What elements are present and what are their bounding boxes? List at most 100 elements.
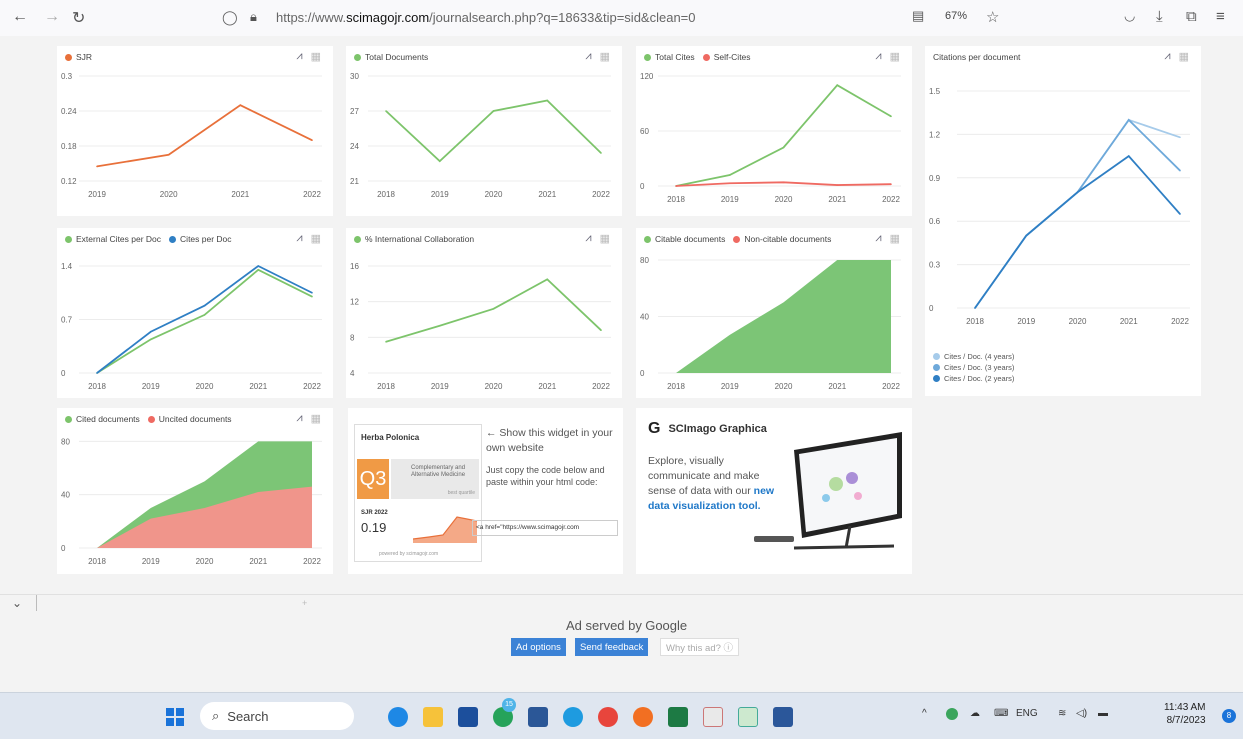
word-app-icon[interactable] — [528, 707, 548, 727]
line-chart-icon[interactable]: ⩘ — [296, 232, 302, 245]
spreadsheet-icon[interactable] — [738, 707, 758, 727]
store-icon[interactable] — [458, 707, 478, 727]
x-tick-label: 2022 — [882, 195, 900, 204]
search-icon: ⌕ — [212, 708, 220, 723]
legend-label: Citable documents — [655, 234, 726, 244]
line-chart-icon[interactable]: ⩘ — [296, 50, 302, 63]
menu-icon[interactable]: ≡ — [1216, 8, 1225, 25]
y-tick-label: 0.9 — [929, 174, 941, 183]
x-tick-label: 2022 — [592, 190, 610, 199]
notification-center-icon[interactable]: 8 — [1222, 709, 1236, 723]
word-icon[interactable] — [773, 707, 793, 727]
forward-icon[interactable]: → — [44, 8, 60, 26]
line-chart-icon[interactable]: ⩘ — [875, 232, 881, 245]
language-indicator[interactable]: ENG — [1016, 708, 1038, 719]
line-chart-icon[interactable]: ⩘ — [585, 232, 591, 245]
table-icon[interactable]: ▦ — [311, 232, 321, 245]
widget-powered-by: powered by scimagojr.com — [379, 551, 439, 557]
clock-date: 8/7/2023 — [1166, 715, 1206, 726]
y-tick-label: 27 — [350, 107, 359, 116]
reader-view-icon[interactable]: ▤ — [912, 8, 924, 24]
line-chart-icon[interactable]: ⩘ — [585, 50, 591, 63]
cloud-icon[interactable]: ☁ — [970, 708, 980, 719]
y-tick-label: 12 — [350, 298, 359, 307]
chevron-up-icon[interactable]: ^ — [922, 708, 927, 719]
extensions-icon[interactable]: ⧉ — [1186, 8, 1197, 25]
y-tick-label: 0.7 — [61, 316, 73, 325]
x-tick-label: 2022 — [303, 557, 321, 566]
x-tick-label: 2021 — [828, 382, 846, 391]
volume-icon[interactable]: ◁) — [1076, 708, 1087, 719]
embed-code-field[interactable]: <a href="https://www.scimagojr.com — [472, 520, 618, 536]
y-tick-label: 0 — [929, 304, 934, 313]
data-point — [1179, 169, 1181, 172]
graphica-promo[interactable]: G SCImago Graphica Explore, visually com… — [636, 408, 912, 574]
ad-options-button[interactable]: Ad options — [511, 638, 566, 656]
chevron-down-icon[interactable]: ⌄ — [12, 596, 22, 610]
data-point — [149, 338, 152, 341]
y-tick-label: 30 — [350, 72, 359, 81]
chart-plot: 0.12 0.18 0.24 0.3 2019 2020 2021 2022 — [61, 72, 322, 199]
scatter-cluster — [822, 494, 830, 502]
back-icon[interactable]: ← — [12, 8, 28, 26]
edge-icon[interactable] — [563, 707, 583, 727]
chart-controls: ⩘ ▦ — [1164, 50, 1189, 63]
plus-icon: + — [302, 598, 308, 608]
line-chart-icon[interactable]: ⩘ — [296, 412, 302, 425]
chart-plot: 4 8 12 16 2018 2019 2020 2021 2022 — [350, 262, 611, 391]
url-text[interactable]: https://www.scimagojr.com/journalsearch.… — [276, 10, 696, 25]
data-point — [1179, 136, 1181, 139]
chrome-icon[interactable] — [598, 707, 618, 727]
chart-controls: ⩘ ▦ — [296, 50, 321, 63]
file-explorer-icon[interactable] — [423, 707, 443, 727]
journal-widget[interactable]: Herba Polonica Q3 Complementary and Alte… — [354, 424, 482, 562]
downloads-icon[interactable]: ⤓ — [1156, 8, 1163, 25]
why-this-ad-button[interactable]: Why this ad? ⓘ — [660, 638, 740, 656]
url-path: /journalsearch.php?q=18633&tip=sid&clean… — [429, 10, 696, 25]
bookmark-star-icon[interactable]: ☆ — [986, 8, 999, 26]
data-point — [1127, 155, 1130, 157]
x-tick-label: 2022 — [303, 190, 321, 199]
y-tick-label: 0.6 — [929, 217, 941, 226]
table-icon[interactable]: ▦ — [600, 232, 610, 245]
chart-legend: Cited documents Uncited documents — [65, 414, 232, 424]
table-icon[interactable]: ▦ — [311, 412, 321, 425]
reload-icon[interactable]: ↻ — [72, 8, 85, 28]
google-label: Google — [645, 618, 688, 633]
chart-legend: Total Cites Self-Cites — [644, 52, 751, 62]
chart-plot: 0 0.3 0.6 0.9 1.2 1.5 2018 2019 2020 2021 2022 — [929, 87, 1190, 326]
widget-category: Complementary and Alternative Medicine be… — [391, 459, 479, 499]
clock[interactable]: 11:43 AM 8/7/2023 — [1164, 701, 1206, 727]
pocket-icon[interactable]: ◡ — [1124, 8, 1135, 24]
send-feedback-button[interactable]: Send feedback — [575, 638, 649, 656]
table-icon[interactable]: ▦ — [311, 50, 321, 63]
table-icon[interactable]: ▦ — [890, 50, 900, 63]
y-tick-label: 40 — [640, 313, 649, 322]
battery-icon[interactable]: ▬ — [1098, 708, 1108, 719]
wifi-icon[interactable]: ≋ — [1058, 708, 1066, 719]
tray-app-icon[interactable] — [946, 708, 958, 720]
app-icon[interactable] — [388, 707, 408, 727]
data-point — [311, 139, 313, 141]
shield-icon[interactable]: ◯ — [222, 9, 238, 26]
chart-legend: SJR — [65, 52, 92, 62]
firefox-icon[interactable] — [633, 707, 653, 727]
lock-icon[interactable]: 🔒︎ — [250, 9, 257, 25]
keyboard-icon[interactable]: ⌨ — [994, 708, 1008, 719]
zoom-level[interactable]: 67% — [945, 10, 967, 22]
snipping-tool-icon[interactable] — [703, 707, 723, 727]
excel-icon[interactable] — [668, 707, 688, 727]
data-point — [438, 160, 441, 162]
line-chart-icon[interactable]: ⩘ — [1164, 50, 1170, 63]
y-tick-label: 0 — [640, 369, 645, 378]
x-tick-label: 2021 — [828, 195, 846, 204]
table-icon[interactable]: ▦ — [890, 232, 900, 245]
taskbar-search[interactable]: ⌕ Search — [200, 702, 354, 730]
table-icon[interactable]: ▦ — [600, 50, 610, 63]
windows-start-icon[interactable] — [166, 708, 184, 726]
table-icon[interactable]: ▦ — [1179, 50, 1189, 63]
graphica-description: Explore, visually communicate and make s… — [648, 455, 760, 497]
quartile-note: best quartile — [447, 490, 475, 496]
legend-item: Cites / Doc. (4 years) — [933, 352, 1014, 361]
line-chart-icon[interactable]: ⩘ — [875, 50, 881, 63]
